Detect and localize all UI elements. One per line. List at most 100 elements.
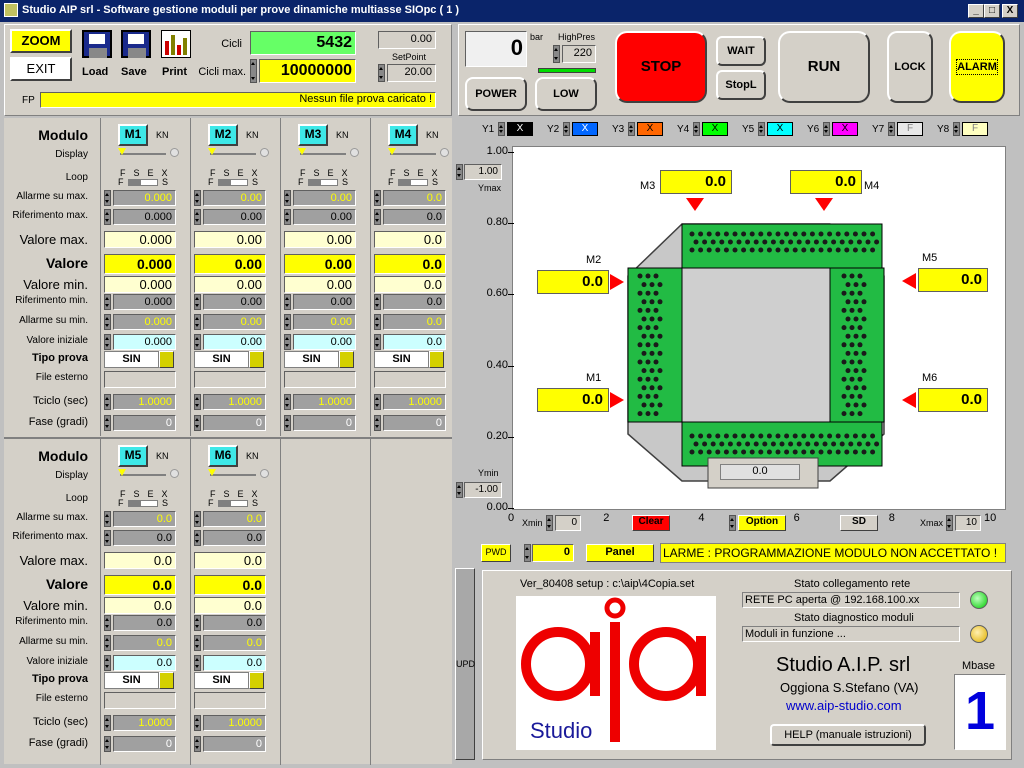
alarm-button[interactable]: ALARM xyxy=(949,31,1005,103)
valore_iniziale-field[interactable]: 0.00 xyxy=(203,334,266,350)
low-button[interactable]: LOW xyxy=(535,77,597,111)
module-button-m5[interactable]: M5 xyxy=(118,445,148,467)
wait-button[interactable]: WAIT xyxy=(716,36,766,66)
valore_iniziale-spinner[interactable] xyxy=(194,334,201,350)
valore_max-field[interactable]: 0.00 xyxy=(194,231,266,248)
exit-button[interactable]: EXIT xyxy=(10,57,72,81)
riferimento_min-spinner[interactable] xyxy=(374,294,381,310)
tciclo-spinner[interactable] xyxy=(194,715,201,731)
y-series-spinner[interactable] xyxy=(628,122,635,136)
allarme_min-field[interactable]: 0.00 xyxy=(203,314,266,330)
allarme_max-field[interactable]: 0.00 xyxy=(293,190,356,206)
y-series-spinner[interactable] xyxy=(758,122,765,136)
valore_iniziale-spinner[interactable] xyxy=(194,655,201,671)
valore_min-field[interactable]: 0.00 xyxy=(284,276,356,293)
valore_iniziale-spinner[interactable] xyxy=(104,655,111,671)
cicli-max-field[interactable]: 10000000 xyxy=(259,59,356,83)
lock-button[interactable]: LOCK xyxy=(887,31,933,103)
tciclo-field[interactable]: 1.0000 xyxy=(113,394,176,410)
loop-switch[interactable] xyxy=(128,500,158,507)
y-series-toggle[interactable]: F xyxy=(962,122,988,136)
y-series-spinner[interactable] xyxy=(563,122,570,136)
tipo-prova-select[interactable]: SIN xyxy=(104,351,159,368)
fase-spinner[interactable] xyxy=(104,736,111,752)
tciclo-field[interactable]: 1.0000 xyxy=(113,715,176,731)
tipo-prova-select[interactable]: SIN xyxy=(104,672,159,689)
allarme_min-field[interactable]: 0.0 xyxy=(113,635,176,651)
valore_min-field[interactable]: 0.00 xyxy=(194,276,266,293)
y-series-toggle[interactable]: X xyxy=(832,122,858,136)
help-button[interactable]: HELP (manuale istruzioni) xyxy=(770,724,926,746)
valore_min-field[interactable]: 0.0 xyxy=(104,597,176,614)
riferimento_max-spinner[interactable] xyxy=(194,530,201,546)
fase-field[interactable]: 0 xyxy=(113,415,176,431)
pwd-field[interactable]: 0 xyxy=(532,544,574,562)
riferimento_max-field[interactable]: 0.0 xyxy=(203,530,266,546)
chevron-down-icon[interactable] xyxy=(339,351,354,368)
tciclo-field[interactable]: 1.0000 xyxy=(293,394,356,410)
xmax-field[interactable]: 10 xyxy=(955,515,981,531)
chevron-down-icon[interactable] xyxy=(249,351,264,368)
valore_min-field[interactable]: 0.000 xyxy=(104,276,176,293)
valore_iniziale-spinner[interactable] xyxy=(104,334,111,350)
company-url[interactable]: www.aip-studio.com xyxy=(786,698,902,713)
slider-thumb-icon[interactable] xyxy=(208,469,216,476)
ymin-spinner[interactable] xyxy=(456,482,463,498)
fase-spinner[interactable] xyxy=(104,415,111,431)
y-series-toggle[interactable]: X xyxy=(572,122,598,136)
file-esterno-field[interactable] xyxy=(194,371,266,388)
save-button[interactable]: Save xyxy=(119,28,153,82)
y-series-toggle[interactable]: X xyxy=(767,122,793,136)
run-button[interactable]: RUN xyxy=(778,31,870,103)
allarme_min-field[interactable]: 0.00 xyxy=(293,314,356,330)
slider-thumb-icon[interactable] xyxy=(208,148,216,155)
xmax-spinner[interactable] xyxy=(946,515,953,531)
allarme_max-spinner[interactable] xyxy=(194,190,201,206)
tipo-prova-select[interactable]: SIN xyxy=(374,351,429,368)
display-slider[interactable] xyxy=(390,153,436,155)
valore_max-field[interactable]: 0.0 xyxy=(194,552,266,569)
highpres-spinner[interactable] xyxy=(553,45,560,63)
minimize-button[interactable]: _ xyxy=(968,4,984,18)
ymax-field[interactable]: 1.00 xyxy=(464,164,502,180)
maximize-button[interactable]: □ xyxy=(984,4,1000,18)
slider-thumb-icon[interactable] xyxy=(118,469,126,476)
highpres-field[interactable]: 220 xyxy=(562,45,596,63)
allarme_min-field[interactable]: 0.0 xyxy=(383,314,446,330)
y-series-spinner[interactable] xyxy=(693,122,700,136)
pressure-slider[interactable] xyxy=(538,68,596,73)
tipo-prova-select[interactable]: SIN xyxy=(284,351,339,368)
file-esterno-field[interactable] xyxy=(284,371,356,388)
riferimento_min-spinner[interactable] xyxy=(194,615,201,631)
option-spinner[interactable] xyxy=(729,515,736,531)
allarme_max-field[interactable]: 0.0 xyxy=(113,511,176,527)
loop-switch[interactable] xyxy=(218,179,248,186)
riferimento_min-field[interactable]: 0.00 xyxy=(293,294,356,310)
cicli-max-spinner[interactable] xyxy=(250,59,257,83)
riferimento_min-field[interactable]: 0.0 xyxy=(203,615,266,631)
riferimento_max-spinner[interactable] xyxy=(374,209,381,225)
riferimento_max-field[interactable]: 0.0 xyxy=(383,209,446,225)
sd-button[interactable]: SD xyxy=(840,515,878,531)
allarme_min-spinner[interactable] xyxy=(194,635,201,651)
fase-field[interactable]: 0 xyxy=(203,736,266,752)
riferimento_min-field[interactable]: 0.0 xyxy=(113,615,176,631)
close-button[interactable]: X xyxy=(1002,4,1018,18)
ymin-field[interactable]: -1.00 xyxy=(464,482,502,498)
file-esterno-field[interactable] xyxy=(104,371,176,388)
y-series-toggle[interactable]: X xyxy=(702,122,728,136)
valore_iniziale-spinner[interactable] xyxy=(284,334,291,350)
file-esterno-field[interactable] xyxy=(104,692,176,709)
valore-field[interactable]: 0.0 xyxy=(374,254,446,274)
xmin-spinner[interactable] xyxy=(546,515,553,531)
tciclo-field[interactable]: 1.0000 xyxy=(203,715,266,731)
riferimento_min-field[interactable]: 0.00 xyxy=(203,294,266,310)
riferimento_max-spinner[interactable] xyxy=(284,209,291,225)
riferimento_max-spinner[interactable] xyxy=(104,209,111,225)
riferimento_min-spinner[interactable] xyxy=(284,294,291,310)
slider-thumb-icon[interactable] xyxy=(118,148,126,155)
allarme_min-spinner[interactable] xyxy=(194,314,201,330)
option-button[interactable]: Option xyxy=(738,515,786,531)
valore-field[interactable]: 0.0 xyxy=(194,575,266,595)
allarme_max-spinner[interactable] xyxy=(194,511,201,527)
